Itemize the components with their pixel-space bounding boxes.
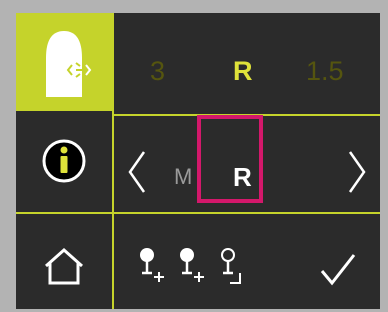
chevron-left-icon — [128, 151, 146, 193]
status-left-value: 3 — [150, 56, 166, 86]
probe-steps-button[interactable] — [134, 231, 254, 303]
chevron-right-icon — [348, 151, 366, 193]
rail-tab-info[interactable] — [16, 113, 112, 212]
status-right-value: 1.5 — [306, 56, 344, 86]
next-option-button[interactable] — [338, 130, 378, 214]
home-icon — [45, 247, 83, 285]
tip-device-icon — [46, 31, 92, 97]
rail-tab-home[interactable] — [16, 214, 112, 309]
info-icon — [42, 139, 86, 183]
selected-option-highlight — [197, 115, 263, 203]
previous-option-button[interactable] — [118, 130, 158, 214]
checkmark-icon — [320, 254, 356, 286]
confirm-button[interactable] — [310, 231, 366, 303]
device-frame: 3 R 1.5 M R — [0, 0, 388, 312]
probe-steps-icon — [140, 248, 241, 284]
row-divider-bottom — [114, 212, 380, 214]
status-center-value: R — [233, 56, 253, 86]
left-rail — [16, 13, 112, 309]
option-m[interactable]: M — [174, 164, 192, 190]
rail-tab-device[interactable] — [16, 13, 112, 111]
